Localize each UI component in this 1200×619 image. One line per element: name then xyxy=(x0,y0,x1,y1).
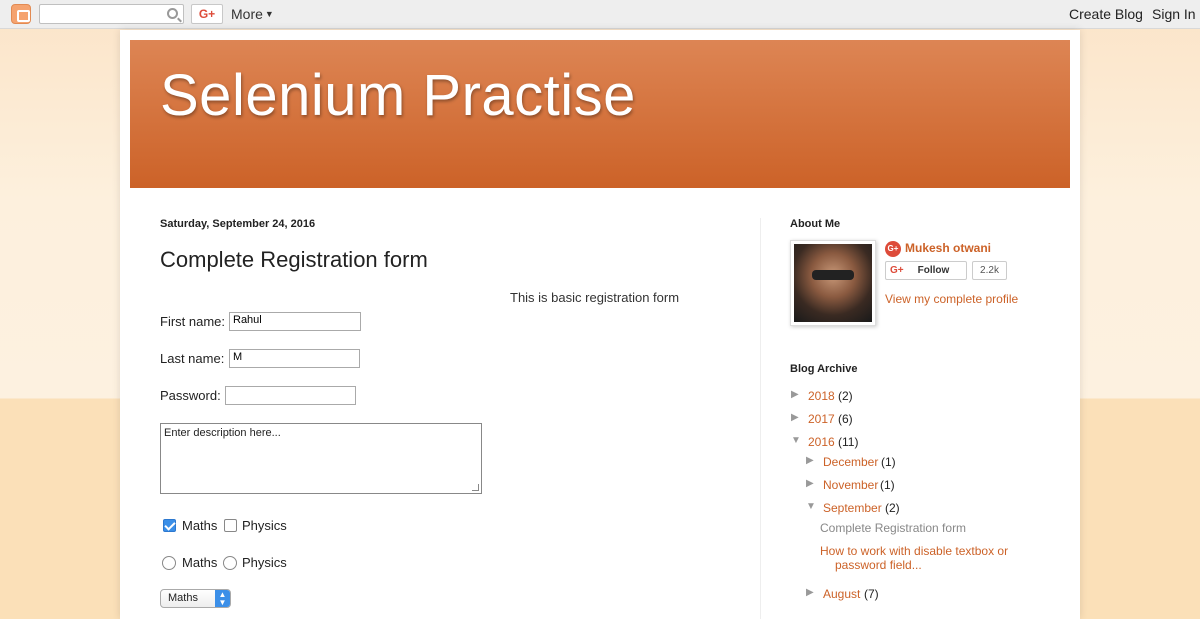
archive-post-current: Complete Registration form xyxy=(820,521,967,535)
blog-title[interactable]: Selenium Practise xyxy=(160,62,636,129)
follow-button[interactable]: G+ Follow xyxy=(885,261,967,280)
post-title: Complete Registration form xyxy=(160,247,428,272)
navbar-search-box xyxy=(39,4,184,24)
follower-count: 2.2k xyxy=(972,261,1007,280)
archive-post-link-line1: How to work with disable textbox or xyxy=(820,544,1009,558)
subject-select-value: Maths xyxy=(168,592,198,604)
maths-radio[interactable] xyxy=(162,556,176,570)
gplus-profile-icon: G+ xyxy=(885,241,901,257)
archive-2016-count: (11) xyxy=(838,435,859,449)
search-icon[interactable] xyxy=(167,8,178,19)
maths-checkbox[interactable] xyxy=(163,519,176,532)
content-outer: Selenium Practise Saturday, September 24… xyxy=(120,30,1080,619)
physics-checkbox[interactable] xyxy=(224,519,237,532)
follow-label: Follow xyxy=(917,265,950,276)
expand-2017-icon[interactable]: ▶ xyxy=(791,412,799,423)
gplus-share-button[interactable]: G+ xyxy=(191,4,223,24)
archive-november-count: (1) xyxy=(880,478,895,492)
archive-post-link-line2: password field... xyxy=(835,558,922,572)
caret-down-icon: ▼ xyxy=(264,9,274,19)
archive-2018-link[interactable]: 2018 xyxy=(808,389,835,403)
view-profile-link[interactable]: View my complete profile xyxy=(885,292,1018,306)
archive-august-count: (7) xyxy=(864,587,879,601)
password-input[interactable] xyxy=(225,386,356,405)
password-label: Password: xyxy=(160,388,221,403)
expand-august-icon[interactable]: ▶ xyxy=(806,587,814,598)
select-arrows-icon: ▲ ▼ xyxy=(215,590,230,607)
header-banner: Selenium Practise xyxy=(130,40,1070,188)
archive-november-link[interactable]: November xyxy=(823,478,878,492)
physics-checkbox-label: Physics xyxy=(242,518,287,533)
more-label: More xyxy=(231,6,263,22)
physics-radio-label: Physics xyxy=(242,555,287,570)
archive-september-link[interactable]: September xyxy=(823,501,882,515)
archive-post-link[interactable]: How to work with disable textbox or pass… xyxy=(820,544,1008,572)
form-description: This is basic registration form xyxy=(510,290,680,305)
archive-2018-count: (2) xyxy=(838,389,853,403)
description-textarea[interactable]: Enter description here... xyxy=(160,423,482,494)
maths-checkbox-label: Maths xyxy=(182,518,218,533)
expand-november-icon[interactable]: ▶ xyxy=(806,478,814,489)
archive-december-count: (1) xyxy=(881,455,896,469)
first-name-label: First name: xyxy=(160,314,226,329)
blogger-navbar: G+ More ▼ Create Blog Sign In xyxy=(0,0,1200,29)
profile-name-link[interactable]: Mukesh otwani xyxy=(905,241,991,255)
archive-september-count: (2) xyxy=(885,501,900,515)
navbar-search-input[interactable] xyxy=(44,5,164,23)
avatar-image xyxy=(794,244,872,322)
maths-radio-label: Maths xyxy=(182,555,218,570)
archive-august-link[interactable]: August xyxy=(823,587,860,601)
archive-2017-count: (6) xyxy=(838,412,853,426)
about-me-heading: About Me xyxy=(790,218,841,230)
physics-radio[interactable] xyxy=(223,556,237,570)
subject-select[interactable]: Maths ▲ ▼ xyxy=(160,589,231,608)
collapse-september-icon[interactable]: ▼ xyxy=(806,501,816,512)
blog-archive-heading: Blog Archive xyxy=(790,363,858,375)
archive-2016-link[interactable]: 2016 xyxy=(808,435,835,449)
post-date: Saturday, September 24, 2016 xyxy=(160,218,316,230)
last-name-input[interactable]: M xyxy=(229,349,360,368)
collapse-2016-icon[interactable]: ▼ xyxy=(791,435,801,446)
expand-december-icon[interactable]: ▶ xyxy=(806,455,814,466)
blogger-logo-icon[interactable] xyxy=(11,4,31,24)
archive-december-link[interactable]: December xyxy=(823,455,878,469)
sidebar-divider xyxy=(760,218,761,619)
more-menu[interactable]: More ▼ xyxy=(231,6,274,22)
archive-2017-link[interactable]: 2017 xyxy=(808,412,835,426)
last-name-label: Last name: xyxy=(160,351,225,366)
first-name-input[interactable]: Rahul xyxy=(229,312,361,331)
create-blog-link[interactable]: Create Blog xyxy=(1069,6,1143,22)
gplus-follow-icon: G+ xyxy=(890,265,904,276)
sign-in-link[interactable]: Sign In xyxy=(1152,6,1196,22)
profile-avatar[interactable] xyxy=(790,240,876,326)
expand-2018-icon[interactable]: ▶ xyxy=(791,389,799,400)
